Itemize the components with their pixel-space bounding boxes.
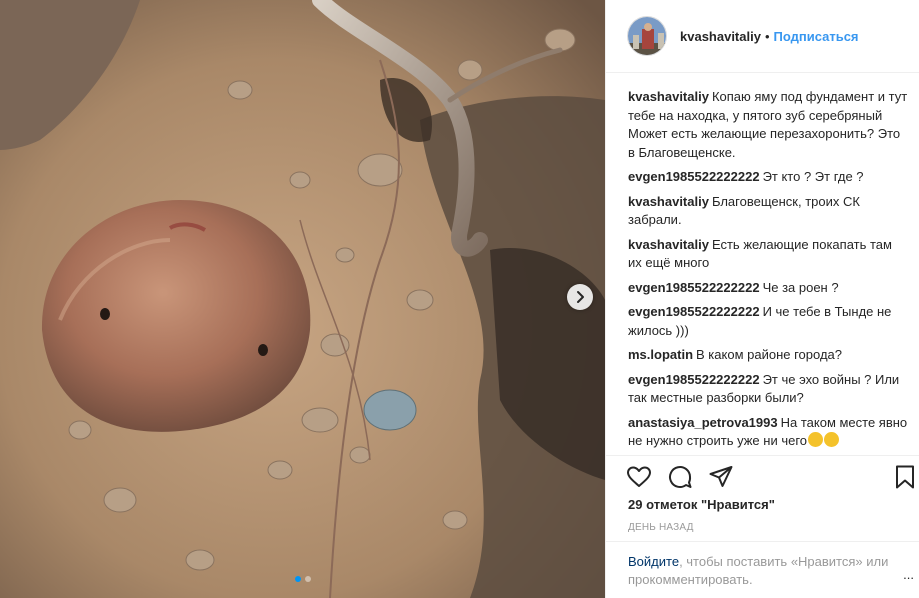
login-prompt: Войдите, чтобы поставить «Нравится» или … [606,541,919,598]
comment-item: ms.lopatin В каком районе города? [628,346,908,365]
caption-comment: kvashavitaliy Копаю яму под фундамент и т… [628,88,908,162]
comment-item: kvashavitaliy Есть желающие покапать там … [628,236,908,273]
carousel-dot [294,576,301,582]
avatar-image [628,17,666,55]
carousel-dot [304,576,311,582]
comment-username[interactable]: anastasiya_petrova1993 [628,415,778,430]
comment-username[interactable]: kvashavitaliy [628,89,709,104]
follow-button[interactable]: Подписаться [774,29,859,44]
comment-item: evgen1985522222222 И че тебе в Тынде не ж… [628,303,908,340]
likes-count[interactable]: 29 отметок "Нравится" [628,497,775,512]
bookmark-icon [896,465,914,489]
like-button[interactable] [626,464,652,490]
header-separator: • [764,28,770,44]
comment-username[interactable]: evgen1985522222222 [628,169,760,184]
save-button[interactable] [892,464,918,490]
comment-username[interactable]: evgen1985522222222 [628,304,760,319]
comment-bubble-icon [669,466,692,488]
post-side-panel: kvashavitaliy • Подписаться kvashavitali… [605,0,919,598]
more-options-button[interactable]: ... [903,566,914,584]
comment-username[interactable]: evgen1985522222222 [628,280,760,295]
post-date: ДЕНЬ НАЗАД [628,522,694,533]
carousel-indicator [0,576,605,582]
header-username[interactable]: kvashavitaliy [680,29,761,44]
comment-text: Че за роен ? [762,279,839,295]
thinking-emoji-icon [808,432,824,447]
post-photo[interactable] [0,0,605,598]
comment-username[interactable]: kvashavitaliy [628,237,709,252]
avatar[interactable] [627,16,667,56]
thinking-emoji-icon [824,432,840,447]
comment-text: В каком районе города? [696,347,842,362]
comment-item: evgen1985522222222 Эт че эхо войны ? Или … [628,371,908,408]
comment-item: kvashavitaliy Благовещенск, троих СК забр… [628,193,908,230]
share-plane-icon [709,466,733,487]
heart-icon [627,466,651,487]
post-header: kvashavitaliy • Подписаться [606,0,919,73]
comment-button[interactable] [667,464,693,490]
comment-username[interactable]: kvashavitaliy [628,194,709,209]
comment-item: anastasiya_petrova1993 На таком месте явн… [628,414,908,451]
comments-list[interactable]: kvashavitaliy Копаю яму под фундамент и т… [628,88,908,455]
comment-username[interactable]: evgen1985522222222 [628,372,760,387]
comment-item: evgen1985522222222 Эт кто ? Эт где ? [628,168,908,187]
post-actions-bar [606,455,919,497]
share-button[interactable] [708,464,734,490]
login-link[interactable]: Войдите [628,554,679,569]
skull-in-soil-image [0,0,605,598]
comment-username[interactable]: ms.lopatin [628,347,693,362]
comment-text: Эт кто ? Эт где ? [762,169,864,184]
comment-item: evgen1985522222222 Че за роен ? [628,279,908,298]
next-photo-button[interactable] [567,284,593,310]
chevron-right-icon [577,291,584,303]
